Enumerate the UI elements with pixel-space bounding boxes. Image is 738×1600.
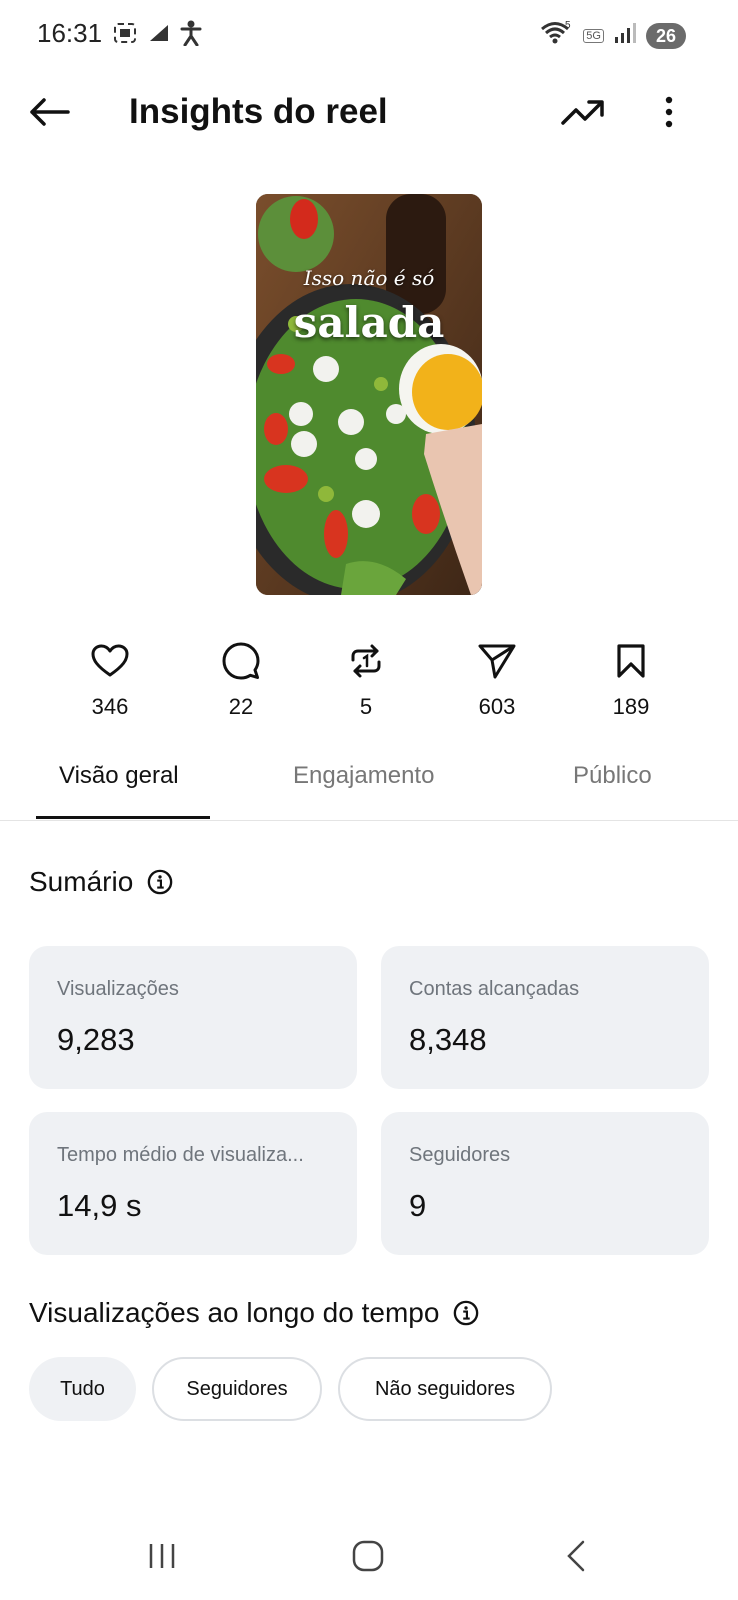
back-button[interactable] — [26, 94, 72, 134]
more-options-button[interactable] — [654, 92, 684, 136]
active-tab-indicator — [36, 816, 210, 819]
status-left-icons — [112, 20, 202, 51]
nav-back-button[interactable] — [546, 1538, 606, 1578]
more-vertical-icon — [665, 96, 673, 133]
avg-watch-time-card[interactable]: Tempo médio de visualiza... 14,9 s — [29, 1112, 357, 1255]
recent-apps-icon — [147, 1542, 177, 1575]
bookmark-icon — [586, 640, 676, 682]
shares-stat[interactable]: 603 — [452, 640, 542, 720]
tab-audience[interactable]: Público — [573, 762, 652, 790]
card-value: 9 — [409, 1188, 427, 1223]
chevron-left-icon — [565, 1540, 587, 1577]
card-value: 9,283 — [57, 1022, 135, 1057]
reposts-stat[interactable]: 5 — [321, 640, 411, 720]
tabs-divider — [0, 820, 738, 821]
salad-photo — [256, 194, 482, 595]
comments-count: 22 — [228, 694, 254, 719]
saves-stat[interactable]: 189 — [586, 640, 676, 720]
svg-text:5: 5 — [565, 20, 571, 31]
tab-overview[interactable]: Visão geral — [59, 762, 179, 790]
network-type: 5G — [583, 28, 604, 43]
card-label: Tempo médio de visualiza... — [57, 1144, 304, 1166]
cell-signal-icon — [614, 22, 636, 49]
card-label: Contas alcançadas — [409, 978, 580, 1000]
recent-apps-button[interactable] — [132, 1538, 192, 1578]
views-card[interactable]: Visualizações 9,283 — [29, 946, 357, 1089]
page-title: Insights do reel — [129, 92, 388, 131]
battery-indicator: 26 — [645, 22, 686, 49]
trending-up-icon — [561, 98, 605, 131]
chip-followers[interactable]: Seguidores — [152, 1357, 322, 1421]
summary-title: Sumário — [29, 866, 134, 897]
card-label: Seguidores — [409, 1144, 511, 1166]
signal-icon — [148, 23, 170, 48]
card-value: 8,348 — [409, 1022, 487, 1057]
views-over-time-header: Visualizações ao longo do tempo — [29, 1297, 479, 1329]
info-icon[interactable] — [147, 869, 173, 895]
status-right-icons: 5 5G 26 — [539, 20, 686, 51]
heart-icon — [65, 640, 155, 682]
home-button[interactable] — [338, 1538, 398, 1578]
accounts-reached-card[interactable]: Contas alcançadas 8,348 — [381, 946, 709, 1089]
thumbnail-caption-line1: Isso não é só — [303, 266, 435, 290]
chip-all[interactable]: Tudo — [29, 1357, 136, 1421]
status-time: 16:31 — [37, 18, 103, 48]
wifi-icon: 5 — [539, 20, 573, 51]
screenshot-icon — [112, 21, 138, 50]
comment-icon — [196, 640, 286, 682]
home-icon — [352, 1540, 384, 1577]
reposts-count: 5 — [359, 694, 373, 719]
accessibility-icon — [180, 20, 202, 51]
trend-button[interactable] — [558, 94, 608, 134]
followers-card[interactable]: Seguidores 9 — [381, 1112, 709, 1255]
comments-stat[interactable]: 22 — [196, 640, 286, 720]
reel-thumbnail[interactable]: Isso não é só salada — [256, 194, 482, 595]
share-icon — [452, 640, 542, 682]
shares-count: 603 — [478, 694, 516, 719]
arrow-left-icon — [28, 97, 70, 132]
chip-non-followers[interactable]: Não seguidores — [338, 1357, 552, 1421]
saves-count: 189 — [612, 694, 650, 719]
likes-stat[interactable]: 346 — [65, 640, 155, 720]
thumbnail-caption-line2: salada — [293, 298, 445, 347]
card-label: Visualizações — [57, 978, 179, 1000]
card-value: 14,9 s — [57, 1188, 142, 1223]
info-icon[interactable] — [453, 1300, 479, 1326]
views-over-time-title: Visualizações ao longo do tempo — [29, 1297, 440, 1328]
tab-engagement[interactable]: Engajamento — [293, 762, 434, 790]
repost-icon — [321, 640, 411, 682]
summary-header: Sumário — [29, 866, 173, 898]
likes-count: 346 — [91, 694, 129, 719]
